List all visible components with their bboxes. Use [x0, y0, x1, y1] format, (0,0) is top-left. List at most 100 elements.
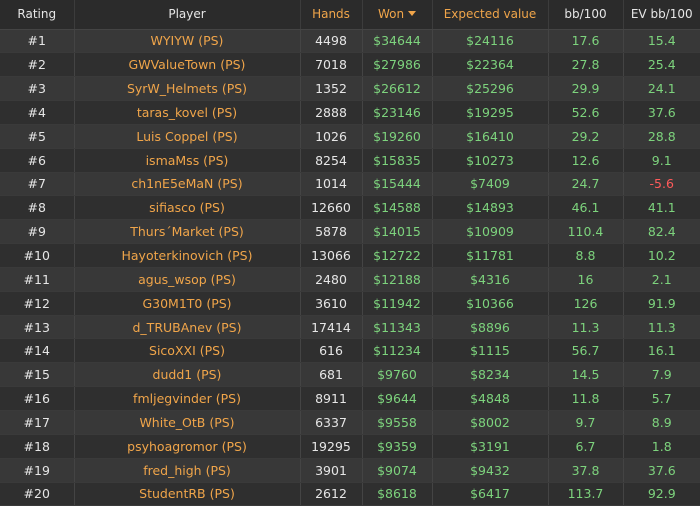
rating-cell: #18 [0, 434, 74, 459]
player-link[interactable]: ismaMss (PS) [73, 148, 300, 173]
won-cell: $14588 [361, 195, 432, 221]
won-cell: $11942 [361, 291, 432, 316]
player-link[interactable]: dudd1 (PS) [73, 362, 300, 388]
player-link[interactable]: Luis Coppel (PS) [73, 124, 300, 149]
header-won[interactable]: Won [361, 0, 432, 30]
expected-value-cell: $8896 [431, 315, 548, 340]
evbb100-cell: 11.3 [622, 315, 700, 340]
header-expected-value[interactable]: Expected value [431, 0, 548, 30]
bb100-cell: 24.7 [547, 172, 623, 197]
player-link[interactable]: psyhoagromor (PS) [73, 434, 300, 459]
bb100-cell: 14.5 [547, 362, 623, 388]
header-hands[interactable]: Hands [299, 0, 362, 30]
table-row: #19 fred_high (PS) 3901 $9074 $9432 37.8 37.6 [0, 458, 700, 483]
hands-cell: 13066 [299, 243, 362, 268]
table-row: #13 d_TRUBAnev (PS) 17414 $11343 $8896 11.3 11… [0, 315, 700, 340]
bb100-cell: 8.8 [547, 243, 623, 268]
player-link[interactable]: Thurs´Market (PS) [73, 219, 300, 245]
rating-cell: #17 [0, 410, 74, 435]
bb100-cell: 126 [547, 291, 623, 316]
header-rating: Rating [0, 0, 74, 30]
expected-value-cell: $3191 [431, 434, 548, 459]
rating-cell: #1 [0, 29, 74, 54]
rating-cell: #12 [0, 291, 74, 316]
hands-cell: 616 [299, 338, 362, 364]
player-link[interactable]: agus_wsop (PS) [73, 267, 300, 292]
won-cell: $11234 [361, 338, 432, 364]
won-cell: $27986 [361, 52, 432, 78]
bb100-cell: 27.8 [547, 52, 623, 78]
bb100-cell: 6.7 [547, 434, 623, 459]
hands-cell: 2480 [299, 267, 362, 292]
player-link[interactable]: WYIYW (PS) [73, 29, 300, 54]
won-cell: $9644 [361, 386, 432, 411]
evbb100-cell: 16.1 [622, 338, 700, 364]
player-link[interactable]: Hayoterkinovich (PS) [73, 243, 300, 268]
rating-cell: #9 [0, 219, 74, 245]
hands-cell: 19295 [299, 434, 362, 459]
table-row: #14 SicoXXI (PS) 616 $11234 $1115 56.7 16.1 [0, 338, 700, 364]
player-link[interactable]: taras_kovel (PS) [73, 100, 300, 125]
won-cell: $9760 [361, 362, 432, 388]
expected-value-cell: $1115 [431, 338, 548, 364]
table-row: #17 White_OtB (PS) 6337 $9558 $8002 9.7 8.9 [0, 410, 700, 435]
header-won-label: Won [377, 7, 405, 22]
header-player: Player [73, 0, 300, 30]
won-cell: $23146 [361, 100, 432, 125]
header-bb100: bb/100 [547, 0, 623, 30]
won-cell: $15835 [361, 148, 432, 173]
bb100-cell: 46.1 [547, 195, 623, 221]
expected-value-cell: $8234 [431, 362, 548, 388]
player-link[interactable]: SicoXXI (PS) [73, 338, 300, 364]
bb100-cell: 29.9 [547, 76, 623, 102]
won-cell: $9558 [361, 410, 432, 435]
rating-cell: #5 [0, 124, 74, 149]
rating-cell: #16 [0, 386, 74, 411]
table-row: #9 Thurs´Market (PS) 5878 $14015 $10909 110.4… [0, 219, 700, 245]
won-cell: $9359 [361, 434, 432, 459]
evbb100-cell: 7.9 [622, 362, 700, 388]
player-link[interactable]: fred_high (PS) [73, 458, 300, 483]
evbb100-cell: 82.4 [622, 219, 700, 245]
won-cell: $11343 [361, 315, 432, 340]
rating-cell: #3 [0, 76, 74, 102]
expected-value-cell: $6417 [431, 482, 548, 506]
hands-cell: 3610 [299, 291, 362, 316]
player-link[interactable]: StudentRB (PS) [73, 482, 300, 506]
evbb100-cell: 37.6 [622, 458, 700, 483]
player-link[interactable]: fmljegvinder (PS) [73, 386, 300, 411]
hands-cell: 8911 [299, 386, 362, 411]
rating-cell: #6 [0, 148, 74, 173]
player-link[interactable]: SyrW_Helmets (PS) [73, 76, 300, 102]
expected-value-cell: $8002 [431, 410, 548, 435]
player-link[interactable]: ch1nE5eMaN (PS) [73, 172, 300, 197]
expected-value-cell: $10366 [431, 291, 548, 316]
rating-cell: #13 [0, 315, 74, 340]
rating-cell: #15 [0, 362, 74, 388]
expected-value-cell: $10909 [431, 219, 548, 245]
player-link[interactable]: d_TRUBAnev (PS) [73, 315, 300, 340]
hands-cell: 17414 [299, 315, 362, 340]
hands-cell: 7018 [299, 52, 362, 78]
hands-cell: 12660 [299, 195, 362, 221]
expected-value-cell: $16410 [431, 124, 548, 149]
evbb100-cell: 91.9 [622, 291, 700, 316]
expected-value-cell: $4848 [431, 386, 548, 411]
evbb100-cell: 10.2 [622, 243, 700, 268]
bb100-cell: 12.6 [547, 148, 623, 173]
header-expected-label: Expected value [443, 7, 537, 22]
player-link[interactable]: GWValueTown (PS) [73, 52, 300, 78]
bb100-cell: 56.7 [547, 338, 623, 364]
evbb100-cell: 15.4 [622, 29, 700, 54]
table-row: #16 fmljegvinder (PS) 8911 $9644 $4848 11.8 5.… [0, 386, 700, 411]
sort-desc-icon [408, 11, 417, 17]
player-link[interactable]: G30M1T0 (PS) [73, 291, 300, 316]
bb100-cell: 16 [547, 267, 623, 292]
rating-cell: #19 [0, 458, 74, 483]
evbb100-cell: 41.1 [622, 195, 700, 221]
hands-cell: 6337 [299, 410, 362, 435]
evbb100-cell: 2.1 [622, 267, 700, 292]
table-row: #4 taras_kovel (PS) 2888 $23146 $19295 52.6 37… [0, 100, 700, 125]
player-link[interactable]: sifiasco (PS) [73, 195, 300, 221]
player-link[interactable]: White_OtB (PS) [73, 410, 300, 435]
